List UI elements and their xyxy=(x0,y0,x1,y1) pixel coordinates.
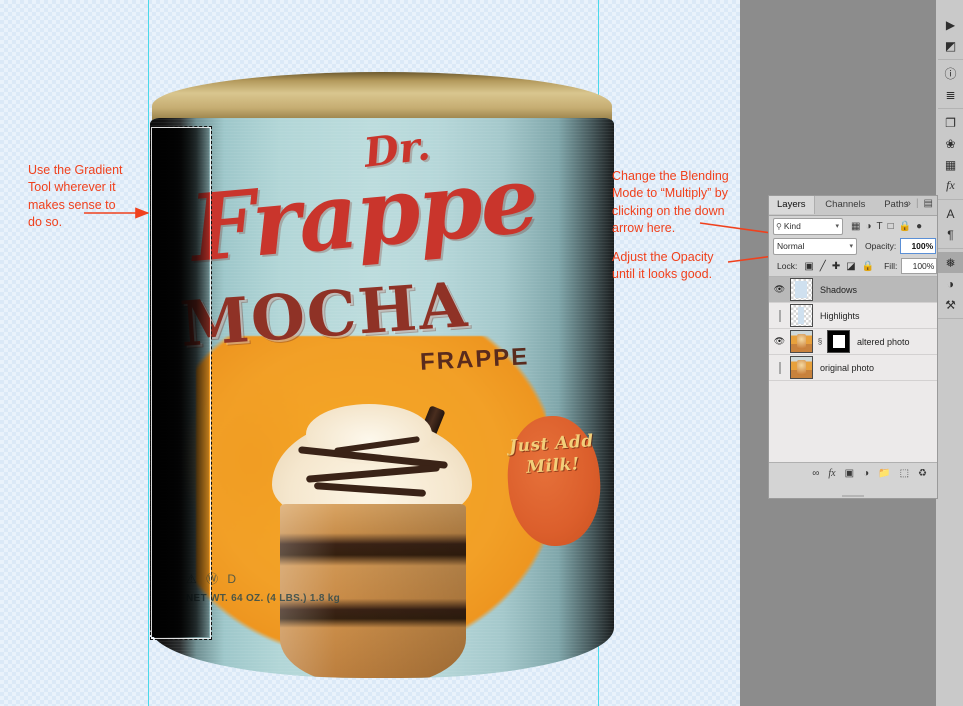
table-row[interactable]: 👁 § altered photo xyxy=(769,329,937,355)
layer-thumbnail[interactable] xyxy=(790,304,813,327)
annotation-opacity: Adjust the Opacity until it looks good. xyxy=(612,250,714,282)
drink-glass xyxy=(280,504,466,678)
character-icon[interactable]: A xyxy=(938,203,963,224)
rail-group-type: A ¶ xyxy=(938,200,963,249)
lock-image-icon[interactable]: ╱ xyxy=(820,261,826,272)
add-mask-icon[interactable]: ▣ xyxy=(845,468,854,479)
net-weight-text: NET WT. 64 OZ. (4 LBS.) 1.8 kg xyxy=(186,593,341,604)
adjustment-layer-icon[interactable]: ◑ xyxy=(863,468,869,479)
filter-kind-label: Kind xyxy=(783,221,801,231)
layer-thumbnail[interactable] xyxy=(790,278,813,301)
lock-transparent-icon[interactable]: ▣ xyxy=(804,261,813,272)
layer-name[interactable]: original photo xyxy=(820,363,874,373)
panel-tab-bar[interactable]: Layers Channels Paths » | ▤ xyxy=(769,196,937,216)
tab-layers[interactable]: Layers xyxy=(769,196,815,214)
camera-raw-icon[interactable]: ◩ xyxy=(938,35,963,56)
actions-play-icon[interactable]: ▶ xyxy=(938,14,963,35)
layer-thumbnail[interactable] xyxy=(790,356,813,379)
brand-name: Frappe xyxy=(185,145,542,283)
chevron-down-icon[interactable]: ▾ xyxy=(849,242,853,250)
panel-expand-icon[interactable]: » xyxy=(905,198,911,209)
layer-name[interactable]: altered photo xyxy=(857,337,910,347)
layer-list[interactable]: 👁 Shadows Highlights 👁 § altered photo o… xyxy=(769,276,937,462)
lock-all-icon[interactable]: 🔒 xyxy=(862,261,874,272)
filter-toggle-icon[interactable]: ● xyxy=(916,221,922,232)
link-layers-icon[interactable]: ∞ xyxy=(812,468,819,479)
visibility-eye-icon[interactable]: 👁 xyxy=(773,336,786,347)
panel-dock-rail[interactable]: ▶ ◩ ⓘ ≣ ❐ ❀ ▦ fx A ¶ ❅ ◑ ⚒ xyxy=(938,0,963,706)
type-filter-icon[interactable]: T xyxy=(877,221,883,232)
shape-filter-icon[interactable]: □ xyxy=(888,221,894,232)
can-body: Dr. Frappe MOCHA FRAPPE Just Add Milk! ⚠… xyxy=(150,118,614,678)
visibility-eye-icon[interactable]: 👁 xyxy=(773,284,786,295)
rail-group-assets: ❐ ❀ ▦ fx xyxy=(938,109,963,200)
drink-illustration xyxy=(258,404,488,678)
visibility-eye-icon[interactable] xyxy=(773,361,786,374)
panel-resize-handle[interactable] xyxy=(842,495,864,497)
layer-thumbnail[interactable] xyxy=(790,330,813,353)
annotation-gradient-tool: Use the Gradient Tool wherever it makes … xyxy=(28,163,123,229)
opacity-label: Opacity: xyxy=(865,241,897,251)
lock-row[interactable]: Lock: ▣ ╱ ✚ ◪ 🔒 Fill: 100% ▾ xyxy=(769,256,946,276)
libraries-icon[interactable]: ❐ xyxy=(938,112,963,133)
channels-icon[interactable]: ◑ xyxy=(938,273,963,294)
layer-name[interactable]: Shadows xyxy=(820,285,857,295)
search-icon: ⚲ xyxy=(776,221,782,231)
rail-group-actions: ▶ ◩ xyxy=(938,11,963,60)
mask-link-icon[interactable]: § xyxy=(817,337,823,346)
layer-name[interactable]: Highlights xyxy=(820,311,860,321)
new-group-icon[interactable]: 📁 xyxy=(878,468,890,479)
table-row[interactable]: original photo xyxy=(769,355,937,381)
lock-label: Lock: xyxy=(777,261,798,271)
blend-mode-select[interactable]: Normal ▾ xyxy=(773,237,857,255)
color-icon[interactable]: ❀ xyxy=(938,133,963,154)
opacity-input[interactable]: 100% xyxy=(900,238,937,254)
swatches-icon[interactable]: ▦ xyxy=(938,154,963,175)
image-filter-icon[interactable]: ▦ xyxy=(851,221,860,232)
layer-mask-thumbnail[interactable] xyxy=(827,330,850,353)
smartobject-filter-icon[interactable]: 🔒 xyxy=(899,221,911,232)
chocolate-drizzle xyxy=(288,424,460,516)
annotation-blending-mode: Change the Blending Mode to “Multiply” b… xyxy=(612,169,729,235)
fill-label: Fill: xyxy=(884,261,898,271)
package-symbols: ⚠ Ⓦ D xyxy=(186,572,240,586)
panel-menu-icon[interactable]: ▤ xyxy=(924,198,933,209)
adjustments-icon[interactable]: ≣ xyxy=(938,84,963,105)
layers-icon[interactable]: ❅ xyxy=(938,252,963,273)
adjustment-filter-icon[interactable]: ◑ xyxy=(865,221,871,232)
info-icon[interactable]: ⓘ xyxy=(938,63,963,84)
product-can-image[interactable]: Dr. Frappe MOCHA FRAPPE Just Add Milk! ⚠… xyxy=(140,72,620,678)
rail-group-layers: ❅ ◑ ⚒ xyxy=(938,249,963,319)
delete-layer-icon[interactable]: ♻ xyxy=(918,468,927,479)
badge-text: Just Add Milk! xyxy=(508,431,595,478)
lock-artboard-icon[interactable]: ◪ xyxy=(846,261,855,272)
rail-group-info: ⓘ ≣ xyxy=(938,60,963,109)
tab-channels[interactable]: Channels xyxy=(817,196,873,214)
brand-lockup: Dr. Frappe xyxy=(178,122,578,283)
visibility-eye-icon[interactable] xyxy=(773,309,786,322)
blend-mode-value: Normal xyxy=(777,241,805,251)
table-row[interactable]: Highlights xyxy=(769,303,937,329)
lock-position-icon[interactable]: ✚ xyxy=(832,261,840,272)
panel-divider: | xyxy=(915,198,919,209)
blend-mode-row[interactable]: Normal ▾ Opacity: 100% ▾ xyxy=(769,236,945,256)
flavor-subtitle: FRAPPE xyxy=(419,343,530,376)
fill-input[interactable]: 100% xyxy=(901,258,938,274)
layers-panel-footer[interactable]: ∞ fx ▣ ◑ 📁 ⬚ ♻ xyxy=(769,462,937,497)
layer-filter-row[interactable]: ⚲ Kind ▾ ▦ ◑ T □ 🔒 ● xyxy=(769,216,937,236)
can-label: Dr. Frappe MOCHA FRAPPE Just Add Milk! ⚠… xyxy=(150,118,614,678)
layers-panel[interactable]: Layers Channels Paths » | ▤ ⚲ Kind ▾ ▦ ◑… xyxy=(768,195,946,499)
chevron-down-icon: ▾ xyxy=(835,223,839,230)
new-layer-icon[interactable]: ⬚ xyxy=(900,468,909,479)
table-row[interactable]: 👁 Shadows xyxy=(769,277,937,303)
paragraph-icon[interactable]: ¶ xyxy=(938,224,963,245)
paths-icon[interactable]: ⚒ xyxy=(938,294,963,315)
layer-style-fx-icon[interactable]: fx xyxy=(828,468,835,479)
app-root: Dr. Frappe MOCHA FRAPPE Just Add Milk! ⚠… xyxy=(0,0,963,706)
document-canvas[interactable]: Dr. Frappe MOCHA FRAPPE Just Add Milk! ⚠… xyxy=(0,0,740,706)
filter-kind-select[interactable]: ⚲ Kind ▾ xyxy=(773,217,843,235)
styles-fx-icon[interactable]: fx xyxy=(938,175,963,196)
